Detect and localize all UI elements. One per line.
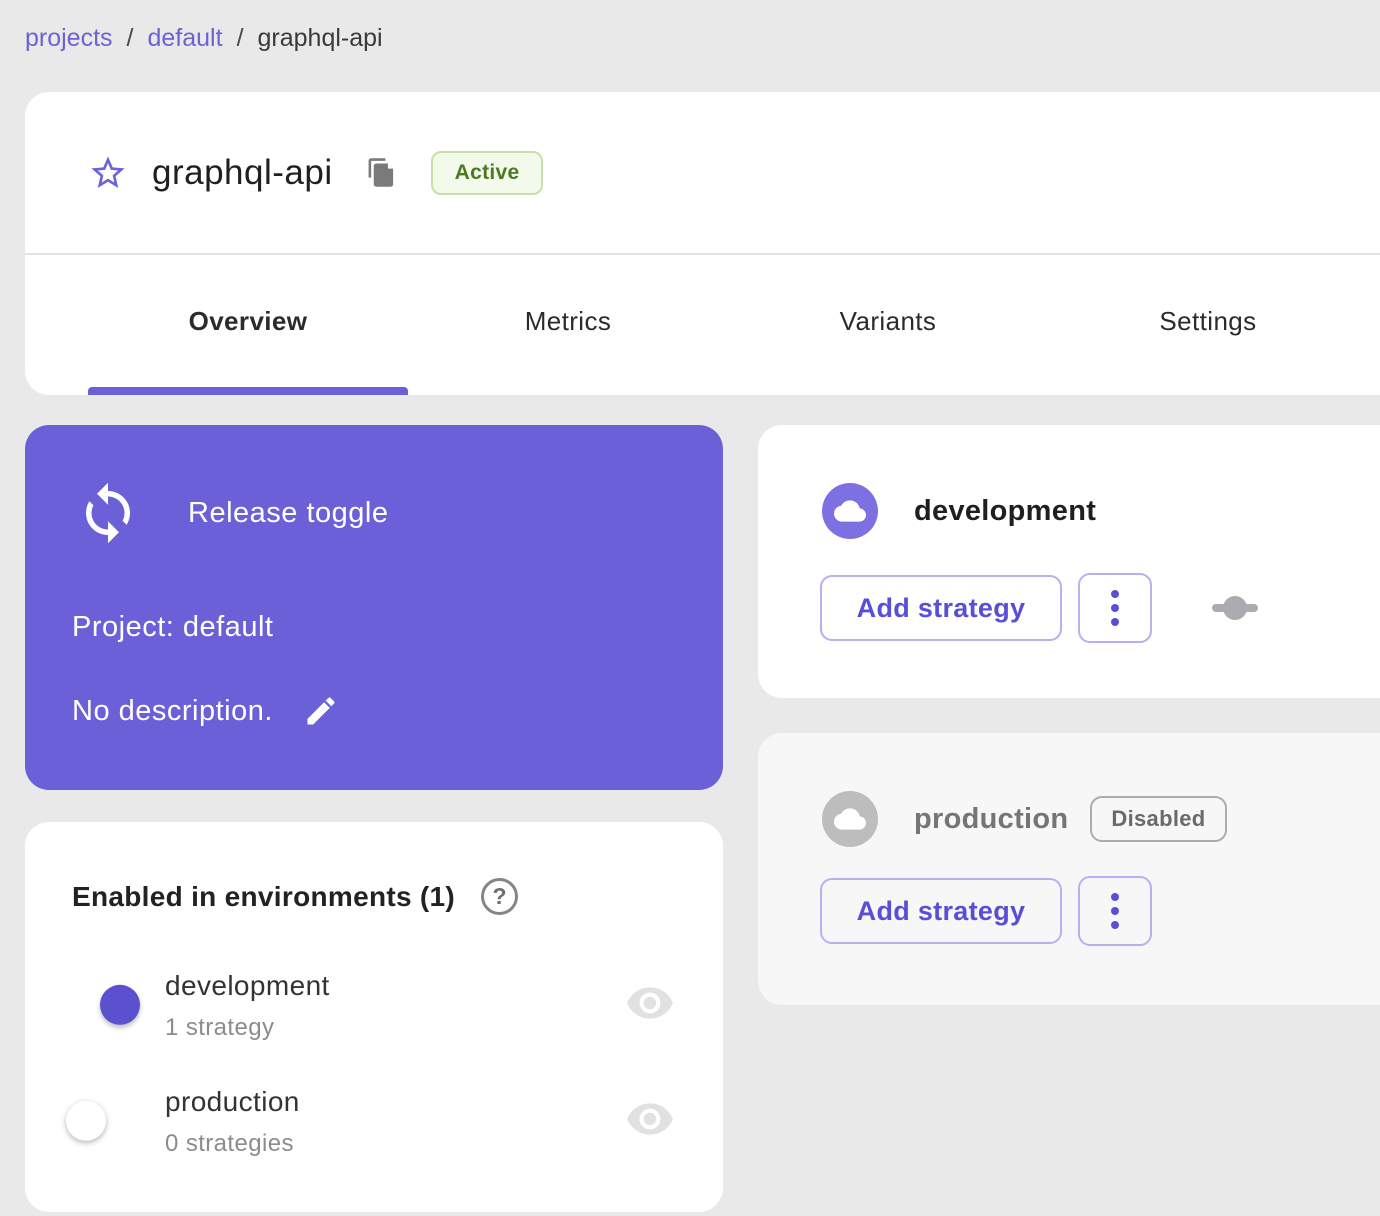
development-toggle-switch[interactable] (70, 984, 140, 1025)
visibility-eye-icon[interactable] (625, 982, 675, 1024)
enabled-environments-card: Enabled in environments (1) ? developmen… (25, 822, 723, 1212)
environment-card-production: production Disabled Add strategy (758, 733, 1380, 1005)
environment-actions: Add strategy (820, 573, 1258, 643)
active-tab-indicator (88, 387, 408, 395)
toggle-type-card: Release toggle Project: default No descr… (25, 425, 723, 790)
environment-row-label: development (165, 970, 330, 1001)
environment-row-strategies: 0 strategies (165, 1130, 294, 1157)
favorite-star-icon[interactable] (88, 153, 128, 193)
kebab-dot (1111, 590, 1119, 598)
toggle-description-row: No description. (72, 693, 339, 729)
toggle-description-label: No description. (72, 694, 273, 727)
cloud-icon (822, 791, 878, 847)
toggle-type-label: Release toggle (188, 496, 389, 529)
kebab-dot (1111, 618, 1119, 626)
status-badge: Active (430, 150, 544, 195)
page-title: graphql-api (152, 152, 333, 192)
environment-menu-button[interactable] (1078, 876, 1152, 946)
kebab-dot (1111, 907, 1119, 915)
breadcrumb-separator: / (236, 24, 244, 52)
add-strategy-button[interactable]: Add strategy (820, 575, 1062, 641)
toggle-thumb (100, 984, 140, 1025)
visibility-eye-icon[interactable] (625, 1098, 675, 1140)
edit-pencil-icon (307, 697, 335, 725)
tab-overview[interactable]: Overview (88, 255, 408, 395)
production-toggle-switch[interactable] (66, 1100, 138, 1141)
enabled-environments-title: Enabled in environments (1) (72, 880, 456, 912)
tab-settings[interactable]: Settings (1048, 255, 1368, 387)
environment-toggle-switch[interactable] (1212, 595, 1258, 621)
breadcrumb-current: graphql-api (257, 24, 383, 52)
breadcrumb-link-projects[interactable]: projects (25, 24, 113, 53)
environment-header: production Disabled (822, 791, 1227, 847)
breadcrumb-link-default[interactable]: default (148, 24, 223, 53)
environment-card-development: development Add strategy (758, 425, 1380, 698)
tab-variants[interactable]: Variants (728, 255, 1048, 387)
feature-header-row: graphql-api Active (25, 92, 1380, 253)
tab-variants-label: Variants (839, 305, 937, 336)
environment-menu-button[interactable] (1078, 573, 1152, 643)
copy-icon[interactable] (366, 157, 397, 188)
feature-toggle-page: projects / default / graphql-api graphql… (0, 0, 1380, 1216)
tab-metrics[interactable]: Metrics (408, 255, 728, 387)
environment-name: production (914, 802, 1069, 835)
toggle-thumb (66, 1100, 106, 1141)
tab-bar: Overview Metrics Variants Settings (88, 255, 1368, 395)
release-loop-icon (86, 482, 130, 544)
environment-row-strategies: 1 strategy (165, 1014, 275, 1041)
toggle-thumb (1223, 596, 1247, 620)
tab-settings-label: Settings (1159, 305, 1257, 336)
tab-overview-label: Overview (188, 305, 308, 336)
tab-metrics-label: Metrics (524, 305, 612, 336)
toggle-project-label: Project: default (72, 611, 274, 643)
cloud-icon (822, 483, 878, 539)
breadcrumb: projects / default / graphql-api (25, 24, 383, 53)
toggle-type-header: Release toggle (75, 480, 388, 546)
enabled-environments-header: Enabled in environments (1) ? (72, 878, 519, 915)
environment-header: development (822, 483, 1096, 539)
add-strategy-button[interactable]: Add strategy (820, 878, 1062, 944)
help-icon[interactable]: ? (481, 878, 519, 915)
kebab-dot (1111, 921, 1119, 929)
star-outline-icon (91, 155, 125, 188)
environment-actions: Add strategy (820, 876, 1152, 946)
environment-row-label: production (165, 1086, 300, 1117)
environment-name: development (914, 494, 1097, 527)
edit-description-button[interactable] (303, 693, 339, 729)
kebab-dot (1111, 604, 1119, 612)
disabled-badge: Disabled (1090, 796, 1227, 842)
breadcrumb-separator: / (126, 24, 134, 52)
feature-header-card: graphql-api Active Overview Metrics Vari… (25, 92, 1380, 395)
copy-icon-glyph (368, 158, 393, 187)
kebab-dot (1111, 893, 1119, 901)
